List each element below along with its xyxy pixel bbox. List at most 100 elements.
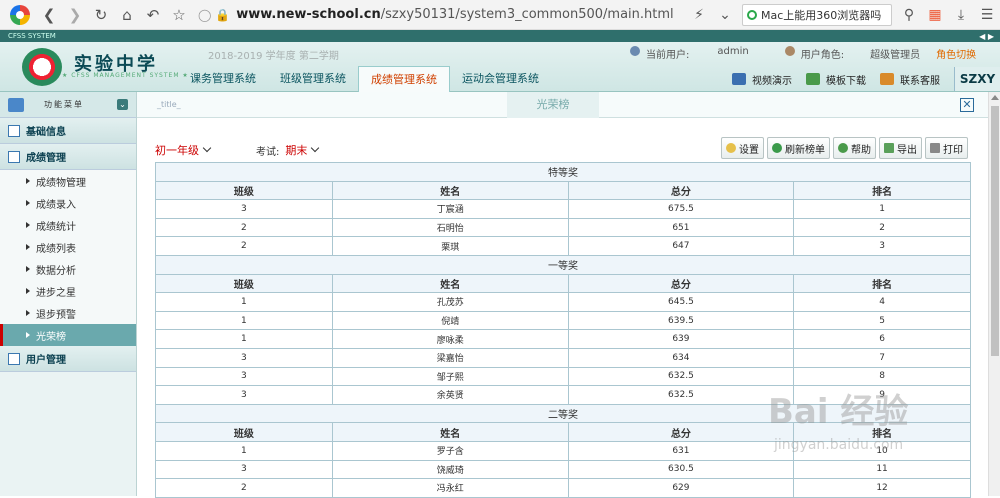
sidebar-item-regress-warning[interactable]: 退步预警: [0, 302, 136, 324]
print-button[interactable]: 打印: [925, 137, 968, 159]
gear-icon: [726, 143, 736, 153]
table-cell: 丁宸涵: [331, 199, 569, 219]
reload-icon[interactable]: ↻: [88, 2, 114, 28]
sidebar-group-score-management[interactable]: 成绩管理: [0, 144, 136, 170]
settings-button[interactable]: 设置: [721, 137, 764, 159]
download-icon[interactable]: ⤓: [948, 7, 974, 23]
scroll-up-icon[interactable]: [991, 95, 999, 100]
table-header-row: 班级 姓名 总分 排名: [155, 422, 971, 442]
menu-icon[interactable]: ☰: [974, 7, 1000, 23]
service-icon: [880, 73, 894, 85]
table-cell: 1: [155, 329, 333, 349]
user-icon: [630, 46, 640, 56]
menu-book-icon: [8, 97, 24, 112]
browser-logo-icon: [6, 4, 36, 26]
export-icon: [884, 143, 894, 153]
table-cell: 饶威琦: [331, 459, 569, 480]
column-header: 总分: [567, 422, 795, 442]
url-path: /szxy50131/system3_common500/main.html: [380, 7, 674, 22]
flash-icon[interactable]: ⚡: [686, 7, 712, 23]
table-cell: 邹子熙: [331, 366, 569, 387]
table-cell: 5: [793, 310, 971, 331]
window-buttons[interactable]: ◀ ▶: [979, 31, 994, 43]
sidebar-header: 功能菜单 ⌄: [0, 92, 136, 118]
table-cell: 6: [793, 329, 971, 349]
tab-score-system[interactable]: 成绩管理系统: [358, 66, 450, 92]
tab-sports-system[interactable]: 运动会管理系统: [450, 66, 551, 92]
tab-honor-roll[interactable]: 光荣榜: [507, 92, 599, 118]
address-bar[interactable]: ◯ 🔒 www.new-school.cn /szxy50131/system3…: [198, 3, 678, 27]
template-download-link[interactable]: 模板下载: [806, 72, 866, 87]
list-icon: [8, 124, 20, 137]
table-cell: 1: [155, 292, 333, 312]
apps-icon[interactable]: ▦: [922, 7, 948, 23]
table-cell: 12: [793, 478, 971, 498]
close-icon[interactable]: ✕: [960, 98, 974, 112]
table-cell: 639: [567, 329, 795, 349]
table-row: 3 邹子熙 632.5 8: [155, 366, 971, 387]
sidebar-item-score-list[interactable]: 成绩列表: [0, 236, 136, 258]
sidebar-item-data-analysis[interactable]: 数据分析: [0, 258, 136, 280]
dropdown-icon[interactable]: ⌄: [712, 7, 738, 23]
table-cell: 罗子含: [331, 440, 569, 461]
forward-icon[interactable]: ❯: [62, 2, 88, 28]
help-button[interactable]: 帮助: [833, 137, 876, 159]
undo-icon[interactable]: ↶: [140, 2, 166, 28]
tab-class-system[interactable]: 班级管理系统: [268, 66, 358, 92]
page-title-placeholder: _title_: [157, 100, 181, 109]
action-buttons: 设置 刷新榜单 帮助 导出 打印: [721, 137, 968, 159]
exam-label: 考试:: [256, 146, 280, 158]
table-cell: 倪靖: [331, 310, 569, 331]
award-section-header: 特等奖: [155, 162, 971, 182]
table-cell: 634: [567, 347, 795, 368]
printer-icon: [930, 143, 940, 153]
refresh-list-button[interactable]: 刷新榜单: [767, 137, 830, 159]
table-cell: 2: [155, 236, 333, 256]
school-logo: [22, 48, 62, 86]
browser-search-input[interactable]: Mac上能用360浏览器吗: [742, 3, 892, 26]
sidebar-group-user-management[interactable]: 用户管理: [0, 346, 136, 372]
video-demo-link[interactable]: 视频演示: [732, 72, 792, 87]
table-row: 2 石明怡 651 2: [155, 217, 971, 238]
browser-toolbar: ❮ ❯ ↻ ⌂ ↶ ☆ ◯ 🔒 www.new-school.cn /szxy5…: [0, 0, 1000, 30]
table-header-row: 班级 姓名 总分 排名: [155, 273, 971, 294]
table-cell: 1: [155, 440, 333, 461]
column-header: 班级: [155, 422, 333, 442]
star-icon[interactable]: ☆: [166, 2, 192, 28]
edit-icon: [8, 150, 20, 163]
app-top-strip: CFSS SYSTEM ◀ ▶: [0, 30, 1000, 42]
sidebar-item-honor-roll[interactable]: 光荣榜: [0, 324, 136, 346]
home-icon[interactable]: ⌂: [114, 2, 140, 28]
award-section-header: 二等奖: [155, 403, 971, 424]
sidebar-item-score-statistics[interactable]: 成绩统计: [0, 214, 136, 236]
vertical-scrollbar[interactable]: [988, 92, 1000, 496]
award-section-title: 二等奖: [155, 403, 971, 424]
current-role: 超级管理员: [870, 50, 921, 61]
collapse-icon[interactable]: ⌄: [117, 99, 128, 110]
brand-badge: SZXY: [954, 67, 1000, 91]
refresh-icon: [772, 143, 782, 153]
sidebar-item-score-object-management[interactable]: 成绩物管理: [0, 170, 136, 192]
shield-icon: ◯ 🔒: [198, 7, 231, 22]
column-header: 排名: [793, 273, 971, 294]
table-cell: 1: [155, 310, 333, 331]
table-cell: 1: [793, 199, 971, 219]
table-cell: 645.5: [567, 292, 795, 312]
search-icon[interactable]: ⚲: [896, 7, 922, 23]
url-domain: www.new-school.cn: [236, 7, 381, 22]
sidebar-group-basic-info[interactable]: 基础信息: [0, 118, 136, 144]
table-cell: 4: [793, 292, 971, 312]
export-button[interactable]: 导出: [879, 137, 922, 159]
exam-select[interactable]: 期末: [285, 142, 353, 158]
role-switch-link[interactable]: 角色切换: [936, 46, 976, 61]
column-header: 姓名: [331, 273, 569, 294]
sidebar-item-progress-star[interactable]: 进步之星: [0, 280, 136, 302]
sidebar-item-score-entry[interactable]: 成绩录入: [0, 192, 136, 214]
contact-service-link[interactable]: 联系客服: [880, 72, 940, 87]
scrollbar-thumb[interactable]: [991, 106, 999, 356]
table-cell: 廖咏柔: [331, 329, 569, 349]
column-header: 排名: [793, 422, 971, 442]
tab-course-system[interactable]: 课务管理系统: [178, 66, 268, 92]
back-icon[interactable]: ❮: [36, 2, 62, 28]
grade-select[interactable]: 初一年级: [155, 142, 210, 158]
